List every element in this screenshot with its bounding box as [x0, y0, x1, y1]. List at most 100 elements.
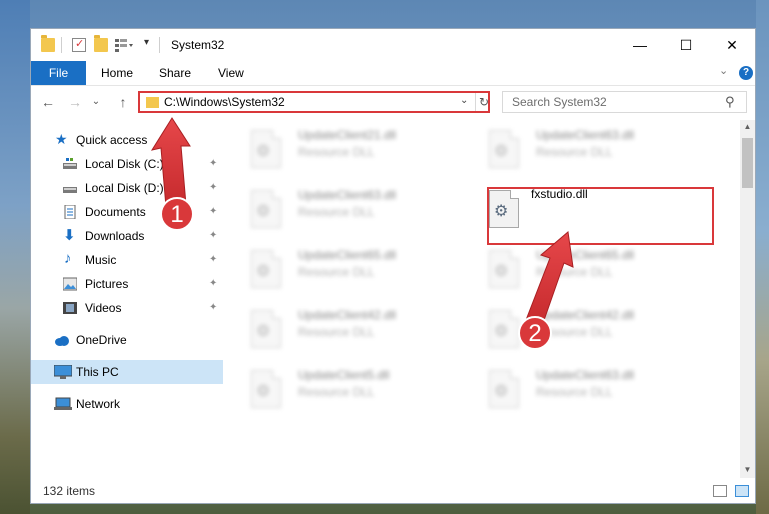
- properties-icon[interactable]: ✓: [72, 38, 86, 52]
- document-icon: [63, 204, 77, 220]
- dll-file-icon: ⚙: [251, 370, 281, 408]
- network-icon: [54, 397, 72, 411]
- pin-icon[interactable]: ✦: [209, 182, 217, 193]
- sidebar-item-label: Music: [85, 253, 117, 267]
- file-item[interactable]: ⚙ UpdateClient63.dll Resource DLL: [469, 366, 689, 416]
- file-name: UpdateClient42.dll: [536, 308, 635, 322]
- help-icon[interactable]: ?: [739, 66, 753, 80]
- star-icon: ★: [55, 131, 68, 147]
- sidebar-item-downloads[interactable]: ⬇ Downloads ✦: [31, 224, 223, 248]
- details-view-button[interactable]: [713, 485, 727, 497]
- scroll-up-icon[interactable]: ▲: [740, 120, 755, 134]
- maximize-button[interactable]: ☐: [663, 29, 709, 61]
- tab-share[interactable]: Share: [159, 61, 191, 85]
- file-name: UpdateClient65.dll: [298, 248, 397, 262]
- dll-file-icon: ⚙: [489, 250, 519, 288]
- sidebar-item-music[interactable]: ♪ Music ✦: [31, 248, 223, 272]
- file-item[interactable]: ⚙ UpdateClient63.dll Resource DLL: [231, 186, 451, 236]
- forward-button[interactable]: →: [65, 94, 85, 110]
- title-bar: ✓ ▾ System32 — ☐ ✕: [31, 29, 755, 61]
- file-name: UpdateClient63.dll: [298, 188, 397, 202]
- file-type: Resource DLL: [536, 145, 613, 159]
- close-button[interactable]: ✕: [709, 29, 755, 61]
- pin-icon[interactable]: ✦: [209, 254, 217, 265]
- file-name: UpdateClient63.dll: [536, 128, 635, 142]
- address-bar[interactable]: C:\Windows\System32 ⌄ ↻: [138, 91, 490, 113]
- address-dropdown-icon[interactable]: ⌄: [460, 95, 468, 106]
- scroll-down-icon[interactable]: ▼: [740, 463, 755, 477]
- sidebar-item-label: Network: [76, 397, 121, 411]
- folder-icon: [146, 97, 159, 108]
- file-name: UpdateClient42.dll: [298, 308, 397, 322]
- file-item[interactable]: ⚙ UpdateClient42.dll Resource DLL: [231, 306, 451, 356]
- file-type: Resource DLL: [536, 385, 613, 399]
- vertical-scrollbar[interactable]: ▲ ▼: [740, 120, 755, 478]
- address-path[interactable]: C:\Windows\System32: [164, 95, 285, 109]
- folder-icon: [41, 35, 55, 52]
- file-item[interactable]: ⚙ UpdateClient5.dll Resource DLL: [231, 366, 451, 416]
- pin-icon[interactable]: ✦: [209, 158, 217, 169]
- sidebar-item-label: Local Disk (C:): [85, 157, 164, 171]
- sidebar-item-this-pc[interactable]: This PC: [31, 360, 223, 384]
- file-type: Resource DLL: [536, 325, 613, 339]
- pin-icon[interactable]: ✦: [209, 278, 217, 289]
- sidebar-item-label: Local Disk (D:): [85, 181, 164, 195]
- sidebar-item-local-disk-d[interactable]: Local Disk (D:) ✦: [31, 176, 223, 200]
- recent-locations-button[interactable]: ⌄: [86, 96, 106, 107]
- file-name: UpdateClient21.dll: [298, 128, 397, 142]
- sidebar-item-label: Videos: [85, 301, 122, 315]
- large-icons-view-button[interactable]: [735, 485, 749, 497]
- file-explorer-window: ✓ ▾ System32 — ☐ ✕ File Home Share View …: [30, 28, 756, 504]
- title-divider: [159, 37, 160, 53]
- sidebar-item-label: This PC: [76, 365, 119, 379]
- dll-file-icon: ⚙: [251, 250, 281, 288]
- up-button[interactable]: ↑: [113, 94, 133, 110]
- file-item[interactable]: ⚙ UpdateClient21.dll Resource DLL: [231, 126, 451, 176]
- desktop-background-right: [756, 0, 769, 514]
- videos-icon: [63, 301, 77, 315]
- sidebar-item-network[interactable]: Network: [31, 392, 223, 416]
- dll-file-icon: ⚙: [251, 130, 281, 168]
- sidebar-item-local-disk-c[interactable]: Local Disk (C:) ✦: [31, 152, 223, 176]
- file-name: UpdateClient65.dll: [536, 248, 635, 262]
- pin-icon[interactable]: ✦: [209, 206, 217, 217]
- file-item[interactable]: ⚙ UpdateClient42.dll Resource DLL: [469, 306, 689, 356]
- minimize-button[interactable]: —: [617, 29, 663, 61]
- file-item[interactable]: ⚙ UpdateClient63.dll Resource DLL: [469, 126, 689, 176]
- file-name: UpdateClient5.dll: [298, 368, 390, 382]
- pin-icon[interactable]: ✦: [209, 230, 217, 241]
- pin-icon[interactable]: ✦: [209, 302, 217, 313]
- sidebar-item-videos[interactable]: Videos ✦: [31, 296, 223, 320]
- sidebar-item-pictures[interactable]: Pictures ✦: [31, 272, 223, 296]
- back-button[interactable]: ←: [38, 94, 58, 110]
- tab-view[interactable]: View: [218, 61, 244, 85]
- cloud-icon: [54, 333, 69, 347]
- file-item[interactable]: ⚙ UpdateClient65.dll Resource DLL: [231, 246, 451, 296]
- sidebar-item-label: Documents: [85, 205, 146, 219]
- tab-file[interactable]: File: [31, 61, 86, 85]
- tab-home[interactable]: Home: [101, 61, 133, 85]
- expand-ribbon-icon[interactable]: ⌄: [719, 64, 728, 77]
- dll-file-icon: ⚙: [251, 310, 281, 348]
- desktop-background-left: [0, 0, 30, 514]
- new-folder-icon[interactable]: [94, 35, 108, 52]
- sidebar-item-label: Pictures: [85, 277, 129, 291]
- sidebar-item-onedrive[interactable]: OneDrive: [31, 328, 223, 352]
- sidebar-item-label: Quick access: [76, 133, 148, 147]
- dll-file-icon: ⚙: [489, 310, 519, 348]
- refresh-button[interactable]: ↻: [475, 93, 492, 111]
- customize-toolbar-icon[interactable]: ▾: [144, 37, 149, 48]
- search-icon[interactable]: ⚲: [725, 94, 735, 110]
- pictures-icon: [62, 277, 78, 291]
- file-item[interactable]: ⚙ UpdateClient65.dll Resource DLL: [469, 246, 689, 296]
- status-bar: 132 items: [31, 479, 755, 503]
- file-name: UpdateClient63.dll: [536, 368, 635, 382]
- search-input[interactable]: Search System32: [512, 95, 607, 109]
- view-options-icon[interactable]: [115, 38, 133, 52]
- search-box[interactable]: Search System32 ⚲: [502, 91, 747, 113]
- title-divider: [61, 37, 62, 53]
- scroll-thumb[interactable]: [742, 138, 753, 188]
- dll-file-icon: ⚙: [489, 370, 519, 408]
- sidebar-item-quick-access[interactable]: ★ Quick access: [31, 128, 223, 152]
- sidebar-item-documents[interactable]: Documents ✦: [31, 200, 223, 224]
